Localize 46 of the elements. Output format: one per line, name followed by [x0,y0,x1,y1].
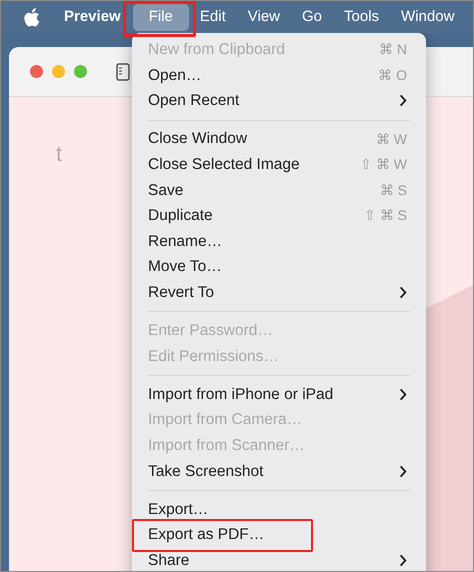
menu-item[interactable]: Close Window [148,127,248,151]
menu-item[interactable]: Take Screenshot [148,460,264,483]
menu-row[interactable]: Move To… [132,254,426,280]
menu-bar-item[interactable]: View [236,4,291,30]
menu-row[interactable]: Open… ⌘ O [132,62,426,88]
apple-logo-icon[interactable] [24,8,41,26]
menu-item[interactable]: Import from iPhone or iPad [148,382,334,406]
menu-bar-item[interactable]: Edit [188,4,237,30]
menu-bar-item[interactable]: Window [390,4,466,30]
menu-bar-item[interactable]: Tools [333,4,390,30]
menu-item[interactable]: Save [148,178,184,202]
menu-item[interactable]: Revert To [148,281,214,304]
shortcut-label: ⌘ S [380,180,407,200]
shortcut-label: ⌘ W [376,130,407,149]
menu-bar-item[interactable]: Go [291,4,334,30]
shortcut-label: ⌘ N [379,40,407,60]
menu-row[interactable]: Import from iPhone or iPad [132,382,426,408]
menu-item[interactable]: Rename… [148,230,222,254]
menu-row[interactable]: Revert To [132,280,426,306]
close-button[interactable] [30,65,43,78]
menu-item[interactable]: Share [148,548,190,571]
menu-row[interactable]: Export… [132,496,426,522]
menu-item[interactable]: Open Recent [148,89,240,113]
menu-row[interactable]: Export as PDF… [132,522,426,548]
menu-row[interactable]: Rename… [132,228,426,254]
menu-item[interactable]: Duplicate [148,204,213,228]
menu-row[interactable]: Open Recent [132,88,426,114]
zoom-button[interactable] [74,65,87,78]
menu-row[interactable]: Share [132,548,426,571]
menu-row[interactable]: Close Window ⌘ W [132,126,426,152]
menu-row[interactable]: Close Selected Image ⇧ ⌘ W [132,152,426,178]
document-text: t [56,140,62,168]
minimize-button[interactable] [52,65,65,78]
menu-item[interactable]: Export… [148,498,208,521]
menu-item[interactable]: Move To… [148,255,222,279]
menu-row[interactable]: Take Screenshot [132,458,426,484]
menu-row[interactable]: Save ⌘ S [132,177,426,204]
sidebar-icon[interactable] [116,62,130,80]
shortcut-label: ⇧ ⌘ W [360,155,407,174]
shortcut-label: ⌘ O [378,66,407,85]
menu-item[interactable]: Export as PDF… [148,523,264,547]
app-menu[interactable]: Preview [53,4,133,30]
menu-item[interactable]: Open… [148,64,202,88]
menu-row[interactable]: Duplicate ⇧ ⌘ S [132,203,426,229]
menu-item[interactable]: Close Selected Image [148,153,300,176]
shortcut-label: ⇧ ⌘ S [364,206,407,226]
